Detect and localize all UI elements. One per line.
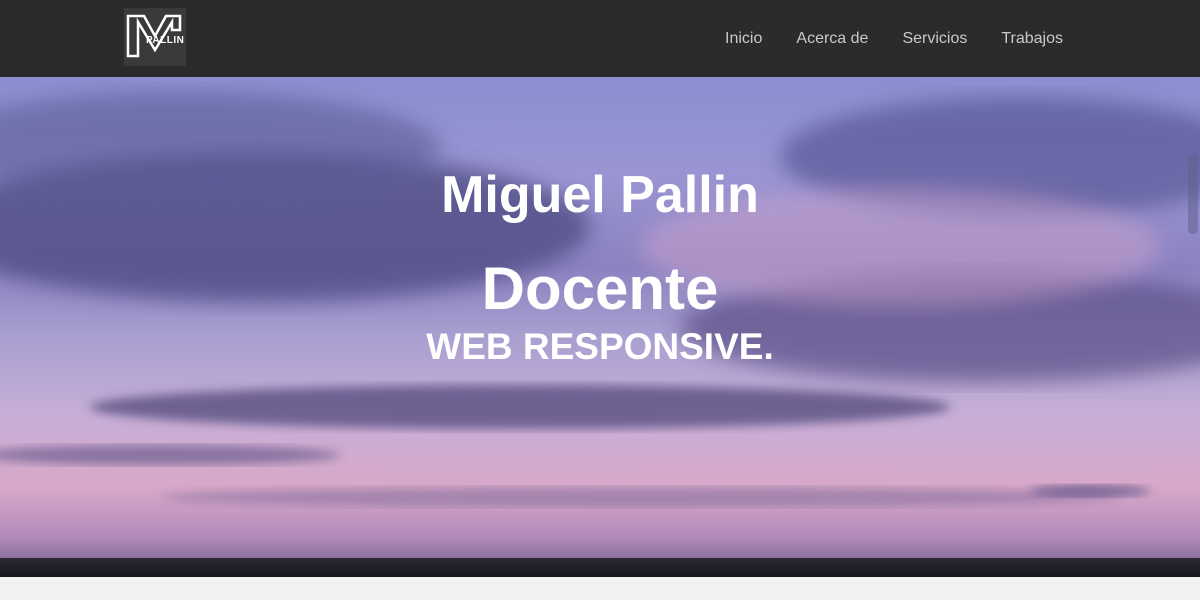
nav-item-trabajos[interactable]: Trabajos xyxy=(1001,30,1063,48)
hero-role: Docente xyxy=(481,254,719,322)
logo-text: PALLIN xyxy=(146,35,185,46)
hero-tagline: WEB RESPONSIVE. xyxy=(426,326,774,367)
top-navbar: M PALLIN Inicio Acerca de Servicios Trab… xyxy=(0,0,1200,77)
nav-item-servicios[interactable]: Servicios xyxy=(902,30,967,48)
main-nav: Inicio Acerca de Servicios Trabajos xyxy=(725,0,1063,77)
horizon-ground xyxy=(0,558,1200,577)
page-bottom-strip xyxy=(0,577,1200,600)
logo[interactable]: M PALLIN xyxy=(124,8,186,66)
hero-name: Miguel Pallin xyxy=(441,165,759,224)
nav-item-acerca-de[interactable]: Acerca de xyxy=(796,30,868,48)
nav-item-inicio[interactable]: Inicio xyxy=(725,30,762,48)
